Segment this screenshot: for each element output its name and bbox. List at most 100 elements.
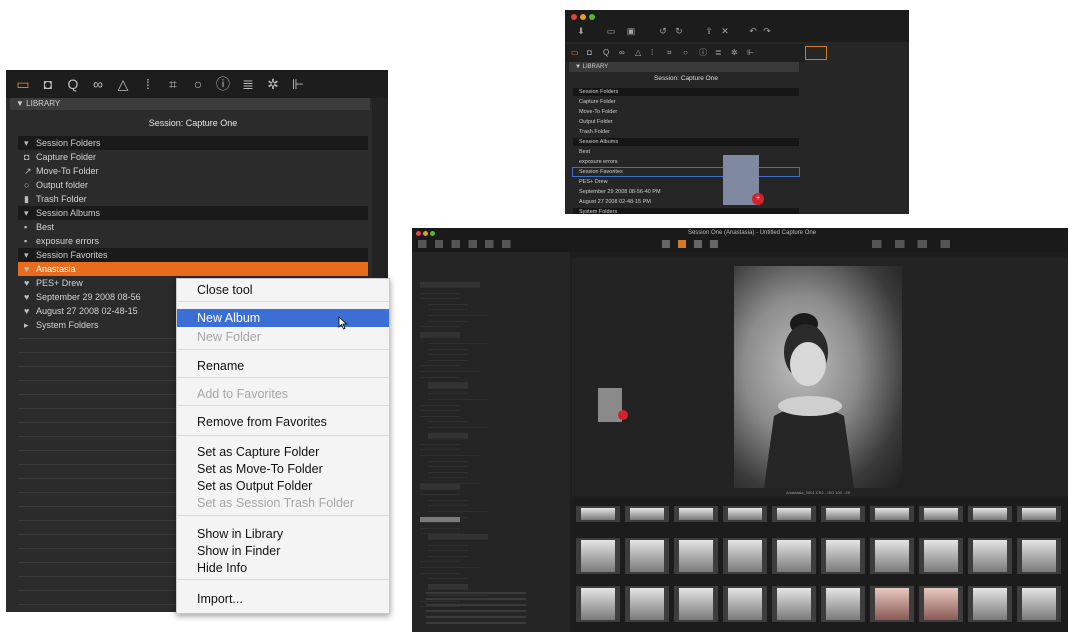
menu-item[interactable]: Set as Output Folder [177, 477, 389, 495]
library-group-row[interactable]: ▾ Session Favorites [18, 248, 368, 262]
thumbnail-cell[interactable] [576, 506, 620, 522]
levels-icon[interactable]: ⊩ [747, 48, 757, 58]
pin-icon[interactable]: ⁞ [139, 75, 157, 93]
undo-icon[interactable]: ↶ [747, 26, 759, 36]
menu-item[interactable]: New Album [177, 309, 389, 327]
menu-item[interactable]: Set as Capture Folder [177, 443, 389, 461]
crop-icon[interactable]: ⌗ [164, 75, 182, 93]
circles-icon[interactable]: ∞ [89, 75, 107, 93]
library-header[interactable]: ▼ LIBRARY [569, 62, 799, 72]
thumbnail-cell[interactable] [674, 506, 718, 522]
thumbnail-cell[interactable] [919, 586, 963, 622]
thumbnail-cell[interactable] [625, 538, 669, 574]
menu-item[interactable]: Show in Finder [177, 542, 389, 560]
thumbnail-cell[interactable] [576, 586, 620, 622]
redo-icon[interactable]: ↷ [761, 26, 773, 36]
zoom-window-icon[interactable] [430, 231, 435, 236]
menu-item[interactable]: Hide Info [177, 559, 389, 577]
menu-item[interactable]: Import... [177, 590, 389, 608]
menu-item[interactable]: Set as Move-To Folder [177, 460, 389, 478]
rotate-icon[interactable]: ↺ [657, 26, 669, 36]
library-group-row[interactable]: ▾ Session Albums [18, 206, 368, 220]
library-item-row[interactable]: September 29 2008 08-56-40 PM [573, 188, 799, 196]
library-group-row[interactable]: ▾ Session Folders [18, 136, 368, 150]
pin-icon[interactable]: ⁞ [651, 48, 661, 58]
thumbnail-cell[interactable] [968, 586, 1012, 622]
folder-icon[interactable]: ▭ [14, 75, 32, 93]
gear-icon[interactable]: ✲ [731, 48, 741, 58]
main-toolbar[interactable] [418, 240, 558, 248]
thumbnail-cell[interactable] [870, 506, 914, 522]
thumbnail-browser[interactable] [572, 498, 1068, 632]
thumbnail-cell[interactable] [821, 538, 865, 574]
library-group-row[interactable]: Session Albums [573, 138, 799, 146]
viewer-icon[interactable]: ▣ [625, 26, 637, 36]
export-icon[interactable]: ⇪ [703, 26, 715, 36]
delete-icon[interactable]: ✕ [719, 26, 731, 36]
thumbnail-cell[interactable] [674, 586, 718, 622]
thumbnail-cell[interactable] [821, 586, 865, 622]
library-item-row[interactable]: Move-To Folder [573, 108, 799, 116]
thumbnail-cell[interactable] [723, 586, 767, 622]
grid-icon[interactable]: ≣ [715, 48, 725, 58]
gear-icon[interactable]: ✲ [264, 75, 282, 93]
crop-icon[interactable]: ⌗ [667, 48, 677, 58]
library-item-row[interactable]: Output Folder [573, 118, 799, 126]
library-item-row[interactable]: exposure errors [573, 158, 799, 166]
browse-icon[interactable]: ▭ [605, 26, 617, 36]
thumbnail-cell[interactable] [723, 538, 767, 574]
layout-toggle-icon[interactable] [805, 46, 827, 60]
thumbnail-cell[interactable] [821, 506, 865, 522]
thumbnail-cell[interactable] [870, 586, 914, 622]
cursor-tools-toolbar[interactable] [662, 240, 762, 248]
library-item-row[interactable]: ○ Output folder [18, 178, 368, 192]
close-window-icon[interactable] [416, 231, 421, 236]
thumbnail-cell[interactable] [772, 538, 816, 574]
rotate-right-icon[interactable]: ↻ [673, 26, 685, 36]
folder-icon[interactable]: ▭ [571, 48, 581, 58]
thumbnail-cell[interactable] [919, 538, 963, 574]
minimize-window-icon[interactable] [423, 231, 428, 236]
thumbnail-cell[interactable] [772, 506, 816, 522]
zoom-window-icon[interactable] [589, 14, 595, 20]
thumbnail-cell[interactable] [625, 506, 669, 522]
library-item-row[interactable]: ▮ Trash Folder [18, 192, 368, 206]
chat-icon[interactable]: ○ [189, 75, 207, 93]
library-item-row[interactable]: ▪ exposure errors [18, 234, 368, 248]
library-item-row[interactable]: August 27 2008 02-48-15 PM [573, 198, 799, 206]
q-icon[interactable]: Q [64, 75, 82, 93]
thumbnail-cell[interactable] [1017, 538, 1061, 574]
menu-item[interactable]: Rename [177, 357, 389, 375]
info-icon[interactable]: ⓘ [214, 75, 232, 93]
thumbnail-cell[interactable] [576, 538, 620, 574]
library-item-row[interactable]: ◘ Capture Folder [18, 150, 368, 164]
view-toolbar[interactable] [872, 240, 1062, 248]
q-icon[interactable]: Q [603, 48, 613, 58]
levels-icon[interactable]: ⊩ [289, 75, 307, 93]
thumbnail-cell[interactable] [625, 586, 669, 622]
camera-icon[interactable]: ◘ [587, 48, 597, 58]
menu-item[interactable]: Show in Library [177, 525, 389, 543]
camera-icon[interactable]: ◘ [39, 75, 57, 93]
library-item-row[interactable]: Best [573, 148, 799, 156]
library-item-row[interactable]: ▪ Best [18, 220, 368, 234]
chat-icon[interactable]: ○ [683, 48, 693, 58]
library-item-row[interactable]: Trash Folder [573, 128, 799, 136]
grid-icon[interactable]: ≣ [239, 75, 257, 93]
thumbnail-cell[interactable] [772, 586, 816, 622]
library-item-row[interactable]: Session Favorites [572, 167, 800, 177]
thumbnail-cell[interactable] [674, 538, 718, 574]
circles-icon[interactable]: ∞ [619, 48, 629, 58]
thumbnail-cell[interactable] [1017, 586, 1061, 622]
library-item-row[interactable]: PES+ Drew [573, 178, 799, 186]
library-item-row[interactable]: ♥ Anastasia [18, 262, 368, 276]
library-item-row[interactable]: Capture Folder [573, 98, 799, 106]
menu-item[interactable]: Remove from Favorites [177, 413, 389, 431]
thumbnail-cell[interactable] [968, 506, 1012, 522]
info-icon[interactable]: ⓘ [699, 48, 709, 58]
thumbnail-cell[interactable] [723, 506, 767, 522]
close-window-icon[interactable] [571, 14, 577, 20]
thumbnail-cell[interactable] [919, 506, 963, 522]
thumbnail-cell[interactable] [870, 538, 914, 574]
thumbnail-cell[interactable] [968, 538, 1012, 574]
